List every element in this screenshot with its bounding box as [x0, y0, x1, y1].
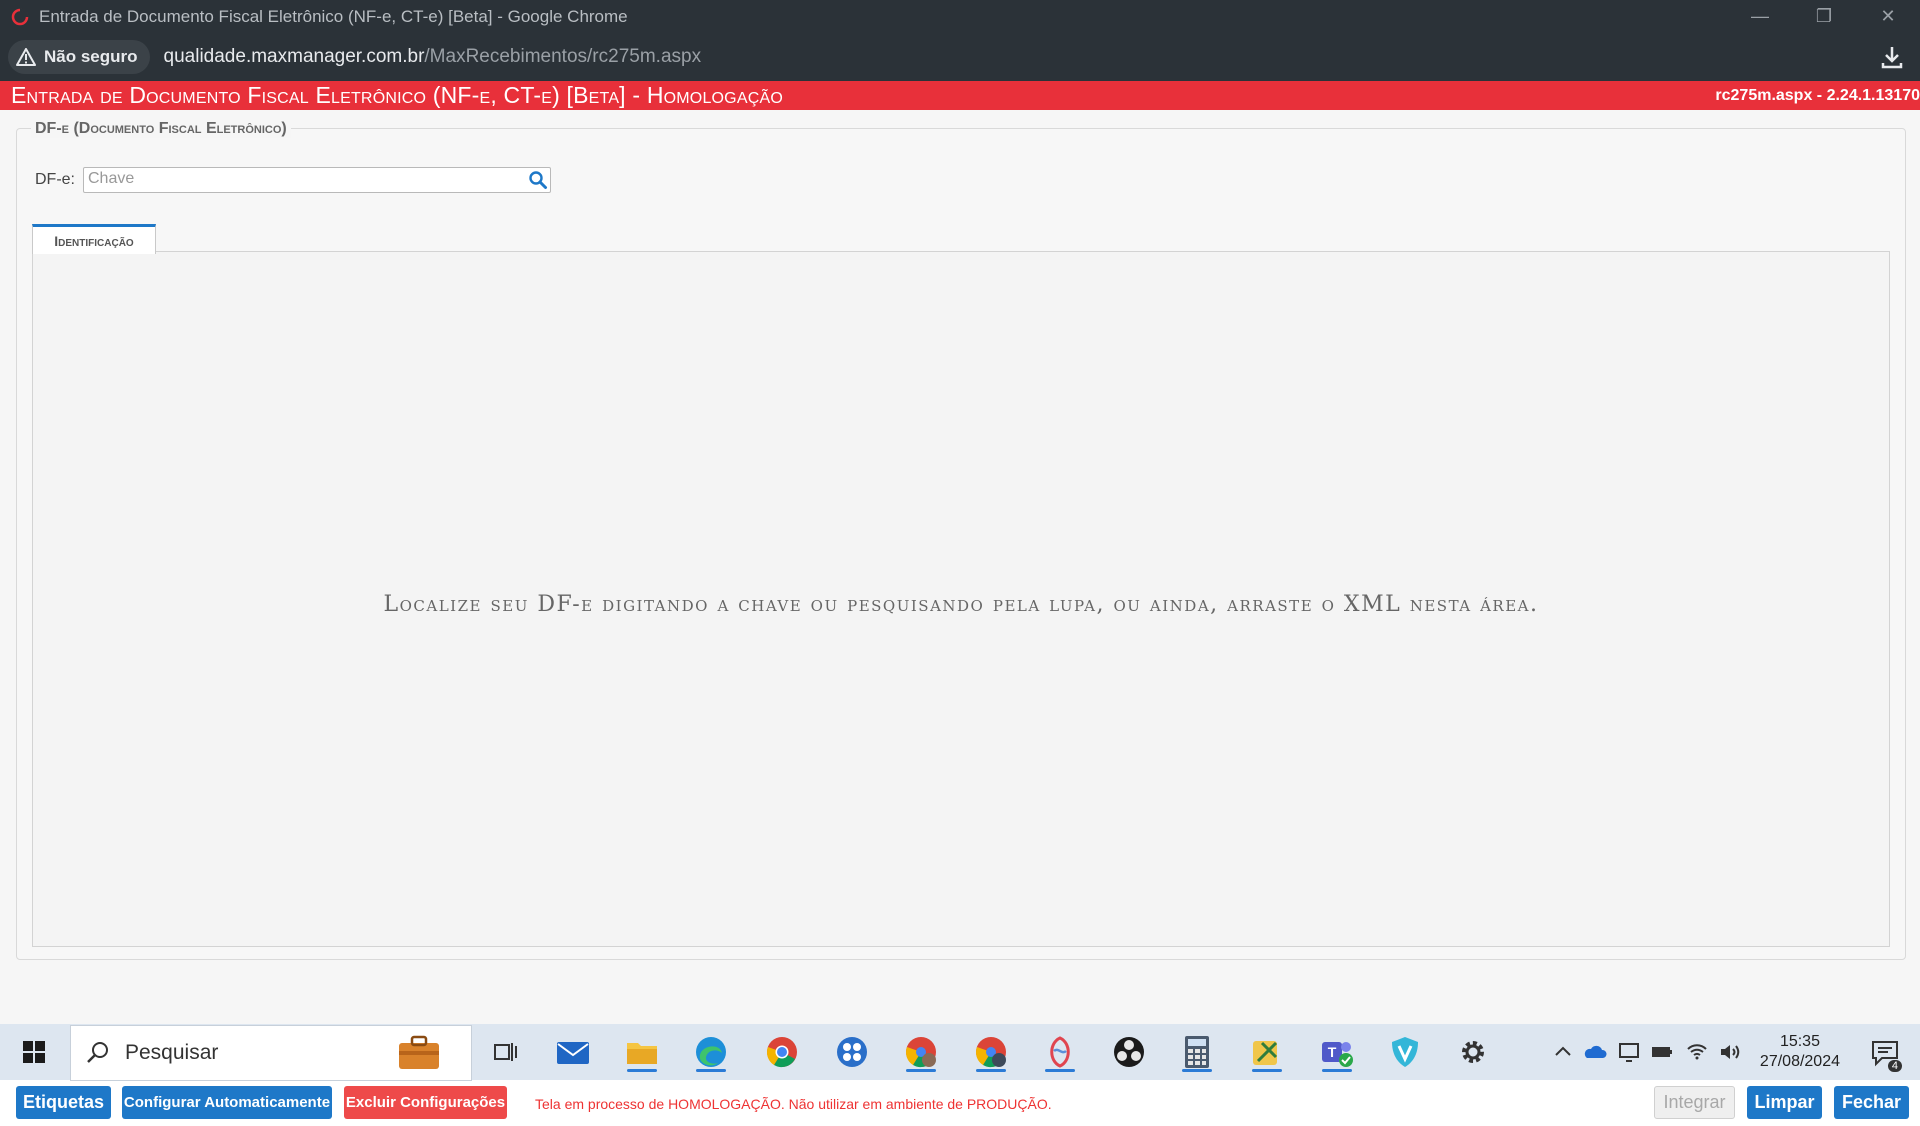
- limpar-button[interactable]: Limpar: [1747, 1086, 1822, 1119]
- homologation-warning: Tela em processo de HOMOLOGAÇÃO. Não uti…: [535, 1096, 1052, 1112]
- excluir-configuracoes-button[interactable]: Excluir Configurações: [344, 1086, 507, 1119]
- version-label: rc275m.aspx - 2.24.1.13170: [1715, 86, 1920, 104]
- security-indicator[interactable]: Não seguro: [8, 40, 150, 74]
- chrome-profile-icon[interactable]: [901, 1032, 941, 1072]
- search-icon[interactable]: [528, 170, 548, 190]
- close-icon[interactable]: ✕: [1856, 0, 1920, 33]
- notification-center-icon[interactable]: 4: [1870, 1038, 1902, 1072]
- clock-time: 15:35: [1779, 1033, 1820, 1050]
- notification-count: 4: [1887, 1060, 1902, 1072]
- etiquetas-button[interactable]: Etiquetas: [16, 1086, 111, 1119]
- onedrive-icon[interactable]: [1583, 1040, 1607, 1064]
- warning-icon: [16, 48, 36, 66]
- clock-date: 27/08/2024: [1759, 1053, 1840, 1070]
- address-bar: Não seguro qualidade.maxmanager.com.br/M…: [0, 33, 1920, 81]
- taskbar-clock[interactable]: 15:35 27/08/2024: [1760, 1032, 1840, 1072]
- key-input[interactable]: [84, 168, 522, 190]
- volume-icon[interactable]: [1718, 1040, 1742, 1064]
- drop-hint-text: Localize seu DF-e digitando a chave ou p…: [383, 592, 1539, 617]
- edge-icon[interactable]: [691, 1032, 731, 1072]
- battery-icon[interactable]: [1650, 1040, 1674, 1064]
- url-path: /MaxRecebimentos/rc275m.aspx: [424, 46, 702, 67]
- window-title: Entrada de Documento Fiscal Eletrônico (…: [39, 6, 628, 26]
- chevron-up-icon[interactable]: [1551, 1040, 1575, 1064]
- tools-app-icon[interactable]: [1247, 1032, 1287, 1072]
- search-icon: [87, 1042, 108, 1063]
- stylus-app-icon[interactable]: [1040, 1032, 1080, 1072]
- key-input-wrapper: [83, 167, 551, 193]
- minimize-icon[interactable]: —: [1728, 0, 1792, 33]
- chrome-icon[interactable]: [762, 1032, 802, 1072]
- shield-app-icon[interactable]: [1385, 1032, 1425, 1072]
- url-domain: qualidade.maxmanager.com.br: [163, 46, 425, 67]
- obs-icon[interactable]: [1109, 1032, 1149, 1072]
- taskbar: Pesquisar T 15:35 27/08/2024 4: [0, 1024, 1920, 1081]
- taskbar-search[interactable]: Pesquisar: [70, 1025, 472, 1081]
- briefcase-icon[interactable]: [397, 1035, 441, 1071]
- dfe-label: DF-e:: [35, 171, 75, 188]
- settings-icon[interactable]: [1453, 1032, 1493, 1072]
- tab-identificacao[interactable]: Identificação: [32, 224, 156, 254]
- url-field[interactable]: qualidade.maxmanager.com.br/MaxRecebimen…: [164, 46, 702, 68]
- integrar-button[interactable]: Integrar: [1654, 1086, 1735, 1119]
- taskbar-search-placeholder: Pesquisar: [125, 1041, 219, 1064]
- action-footer: Etiquetas Configurar Automaticamente Exc…: [0, 1080, 1920, 1126]
- dfe-key-row: DF-e:: [35, 167, 551, 193]
- configurar-automaticamente-button[interactable]: Configurar Automaticamente: [122, 1086, 332, 1119]
- security-label: Não seguro: [44, 47, 138, 66]
- download-icon[interactable]: [1878, 43, 1906, 71]
- display-icon[interactable]: [1617, 1040, 1641, 1064]
- wifi-icon[interactable]: [1685, 1040, 1709, 1064]
- app-logo-icon: [11, 8, 29, 25]
- main-content: DF-e (Documento Fiscal Eletrônico) DF-e:…: [0, 110, 1920, 1119]
- windows-start-icon[interactable]: [14, 1032, 54, 1072]
- fechar-button[interactable]: Fechar: [1834, 1086, 1909, 1119]
- mail-icon[interactable]: [553, 1032, 593, 1072]
- fieldset-legend: DF-e (Documento Fiscal Eletrônico): [31, 120, 291, 138]
- page-title: Entrada de Documento Fiscal Eletrônico (…: [11, 82, 783, 108]
- teams-icon[interactable]: T: [1317, 1032, 1357, 1072]
- window-title-bar: Entrada de Documento Fiscal Eletrônico (…: [0, 0, 1920, 33]
- dfe-fieldset: DF-e (Documento Fiscal Eletrônico) DF-e:…: [16, 120, 1906, 960]
- xml-drop-area[interactable]: Localize seu DF-e digitando a chave ou p…: [32, 251, 1890, 947]
- svg-text:T: T: [1328, 1044, 1337, 1060]
- app-grid-icon[interactable]: [832, 1032, 872, 1072]
- calculator-icon[interactable]: [1177, 1032, 1217, 1072]
- app-header: Entrada de Documento Fiscal Eletrônico (…: [0, 81, 1920, 110]
- chrome-profile-icon[interactable]: [971, 1032, 1011, 1072]
- task-view-icon[interactable]: [485, 1032, 525, 1072]
- file-explorer-icon[interactable]: [622, 1032, 662, 1072]
- restore-icon[interactable]: ❐: [1792, 0, 1856, 33]
